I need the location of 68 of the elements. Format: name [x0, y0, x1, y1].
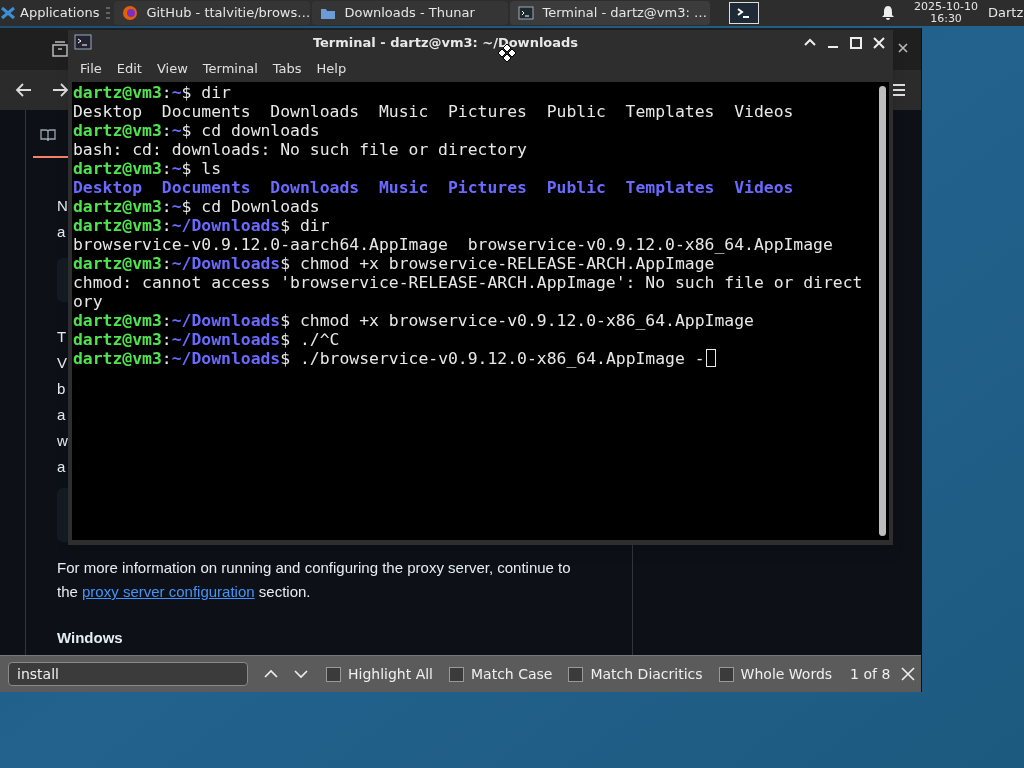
terminal-line: dartz@vm3:~$ cd downloads: [73, 121, 320, 140]
find-field[interactable]: install: [8, 662, 248, 686]
text-fragment: N: [57, 196, 68, 216]
clock-time: 16:30: [930, 13, 962, 25]
terminal-icon: [74, 34, 92, 50]
app-menu-icon: [0, 5, 16, 21]
text-fragment: a: [57, 457, 66, 477]
menu-item[interactable]: Terminal: [202, 59, 258, 79]
tab-list-icon: [52, 41, 68, 57]
taskbar-button[interactable]: GitHub - ttalvitie/brows…: [114, 1, 311, 25]
clock-date: 2025-10-10: [914, 1, 978, 13]
close-icon: [900, 666, 917, 682]
find-option[interactable]: Whole Words: [718, 663, 833, 685]
terminal-launcher[interactable]: [729, 2, 760, 24]
maximize-icon: [848, 35, 864, 51]
terminal-icon: [518, 5, 535, 21]
find-option[interactable]: Match Case: [449, 663, 553, 685]
find-option[interactable]: Match Diacritics: [568, 663, 703, 685]
paragraph: For more information on running and configuring the proxy server, continue to the proxy server configuration section.: [57, 558, 572, 602]
terminal-line: ory: [73, 292, 103, 311]
minimize-icon: [828, 46, 838, 48]
terminal-line: dartz@vm3:~$ cd Downloads: [73, 197, 320, 216]
text-fragment: T: [57, 327, 67, 347]
book-icon: [40, 128, 56, 142]
taskbar-button[interactable]: Terminal - dartz@vm3: …: [510, 1, 711, 25]
terminal-line: bash: cd: downloads: No such file or directory: [73, 140, 527, 159]
menu-item[interactable]: File: [80, 59, 102, 79]
menu-item[interactable]: Edit: [116, 59, 142, 79]
match-count: 1 of 8: [850, 664, 891, 684]
text-fragment: w: [57, 431, 68, 451]
applications-menu[interactable]: Applications: [0, 0, 104, 26]
text-cursor: [705, 349, 716, 367]
terminal-line: dartz@vm3:~/Downloads$ ./browservice-v0.9.12.0-x86_64.AppImage -: [73, 349, 705, 368]
handle-icon: [105, 6, 112, 20]
checkbox[interactable]: [326, 666, 341, 682]
text-fragment: a: [57, 222, 66, 242]
terminal-line: dartz@vm3:~$ ls: [73, 159, 222, 178]
menu-item[interactable]: Help: [316, 59, 347, 79]
menu-item[interactable]: Tabs: [272, 59, 302, 79]
window-title: Terminal - dartz@vm3: ~/Downloads: [311, 34, 580, 53]
scrollbar-thumb[interactable]: [879, 86, 886, 536]
user-name: Dartz: [988, 4, 1024, 23]
close-find-bar-button[interactable]: [900, 666, 917, 682]
checkbox[interactable]: [718, 666, 734, 682]
text-fragment: a: [57, 405, 66, 425]
terminal-line: dartz@vm3:~/Downloads$ chmod +x browservice-RELEASE-ARCH.AppImage: [73, 254, 715, 273]
terminal-line: dartz@vm3:~/Downloads$ dir: [73, 216, 330, 235]
proxy-config-link[interactable]: proxy server configuration: [82, 583, 255, 600]
text-fragment: b: [57, 379, 66, 399]
maximize-button[interactable]: [848, 35, 864, 51]
section-heading: Windows: [57, 628, 123, 648]
terminal-line: dartz@vm3:~/Downloads$ chmod +x browservice-v0.9.12.0-x86_64.AppImage: [73, 311, 754, 330]
browser-icon: [122, 5, 139, 21]
terminal-line: Desktop Documents Downloads Music Pictures Public Templates Videos: [73, 178, 794, 197]
checkbox[interactable]: [449, 666, 464, 682]
terminal-line: dartz@vm3:~$ dir: [73, 83, 231, 102]
taskbar-button[interactable]: Downloads - Thunar: [312, 1, 509, 25]
text-fragment: V: [57, 353, 67, 373]
close-icon: [871, 35, 887, 51]
bell-icon: [880, 5, 897, 21]
checkbox[interactable]: [568, 666, 584, 682]
find-option[interactable]: Highlight All: [326, 663, 433, 685]
close-button[interactable]: [871, 35, 887, 51]
menu-item[interactable]: View: [156, 59, 188, 79]
terminal-line: chmod: cannot access 'browservice-RELEASE-ARCH.AppImage': No such file or direct: [73, 273, 863, 292]
terminal-line: dartz@vm3:~/Downloads$ ./^C: [73, 330, 340, 349]
terminal-line: browservice-v0.9.12.0-aarch64.AppImage browservice-v0.9.12.0-x86_64.AppImage: [73, 235, 833, 254]
terminal-line: Desktop Documents Downloads Music Pictures Public Templates Videos: [73, 102, 794, 121]
